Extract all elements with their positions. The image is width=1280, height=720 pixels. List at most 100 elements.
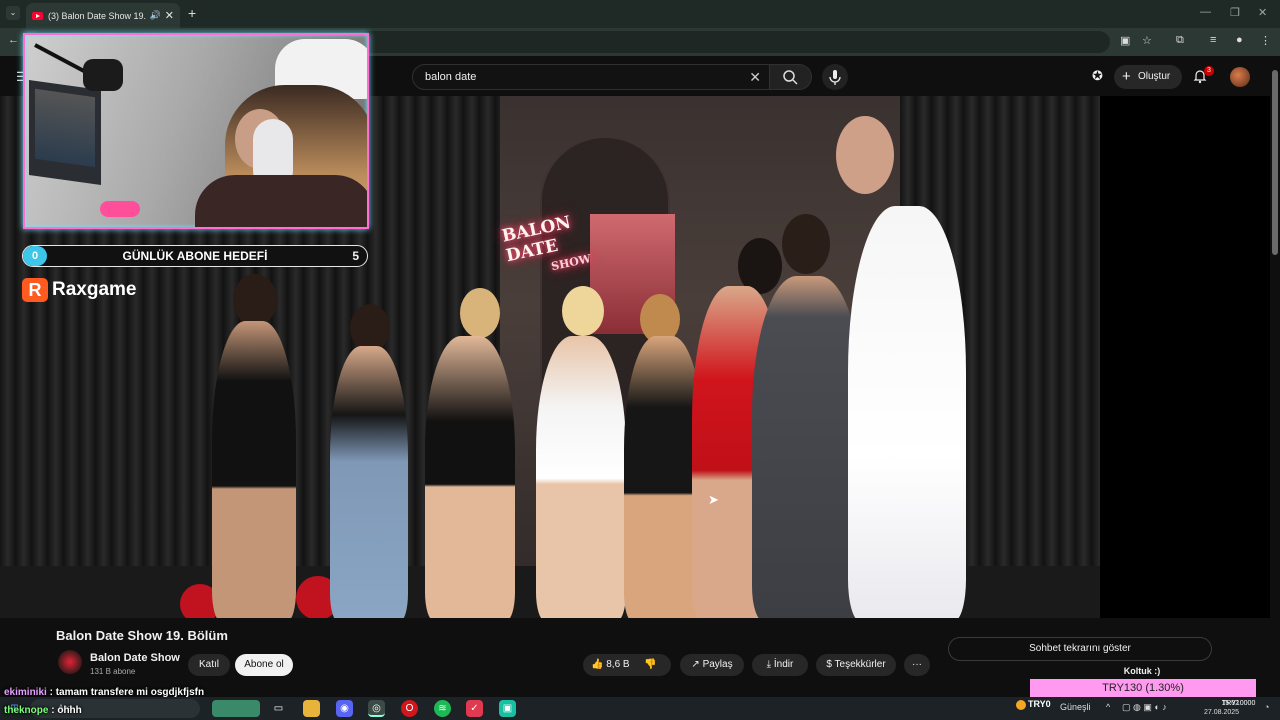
search-input[interactable]: balon date ✕ bbox=[412, 64, 770, 90]
computer-mouse bbox=[100, 201, 140, 217]
raxgame-logo: R Raxgame bbox=[22, 278, 137, 302]
kebab-menu-icon[interactable]: ⋮ bbox=[1260, 34, 1271, 47]
donation-title: Koltuk :) bbox=[1123, 666, 1161, 676]
mouse-cursor-icon: ➤ bbox=[708, 492, 719, 507]
person-8 bbox=[848, 206, 966, 618]
tab-search-icon[interactable]: ⌄ bbox=[6, 6, 20, 20]
speaker-icon[interactable]: 🔊 bbox=[150, 10, 161, 21]
weather-label[interactable]: Güneşli bbox=[1060, 702, 1091, 712]
window-close-button[interactable]: ✕ bbox=[1258, 6, 1267, 19]
browser-tab-strip: ⌄ (3) Balon Date Show 19. Bölüm 🔊 ✕ + — … bbox=[0, 0, 1280, 28]
cast-icon[interactable]: ▣ bbox=[1120, 34, 1130, 47]
person-3 bbox=[425, 336, 515, 618]
person-2 bbox=[330, 346, 408, 618]
extensions-icon[interactable]: ⧉ bbox=[1176, 34, 1184, 47]
brand-name: Raxgame bbox=[52, 279, 137, 300]
sun-icon bbox=[1016, 699, 1026, 710]
channel-name[interactable]: Balon Date Show bbox=[90, 652, 180, 664]
notification-badge: 3 bbox=[1204, 66, 1214, 76]
notification-center-icon[interactable]: ◔ bbox=[1264, 702, 1269, 712]
person-head bbox=[350, 304, 390, 352]
subscribe-button[interactable]: Abone ol bbox=[235, 654, 293, 676]
chrome-icon[interactable]: ◎ bbox=[368, 700, 385, 717]
like-dislike-group: 👍 8,6 B 👎 bbox=[583, 654, 671, 676]
thanks-label: Teşekkürler bbox=[834, 659, 886, 670]
media-icon[interactable]: ≡ bbox=[1210, 34, 1216, 46]
file-explorer-icon[interactable] bbox=[303, 700, 320, 717]
donation-progress: TRY130 (1.30%) bbox=[1030, 679, 1256, 698]
monitor-screen bbox=[35, 88, 95, 168]
windows-taskbar: ⊞ Ara ▭ ◉ ◎ O ≋ ✓ ▣ Güneşli ^ ▢ ◍ ▣ ◐ ♪ … bbox=[0, 697, 1280, 720]
task-view-icon[interactable]: ▭ bbox=[270, 700, 287, 717]
brand-letter: R bbox=[22, 278, 48, 302]
letterbox-right bbox=[1100, 96, 1270, 618]
ticker-goal: TRY10000 bbox=[1222, 700, 1256, 707]
like-count[interactable]: 8,6 B bbox=[606, 659, 629, 670]
new-tab-button[interactable]: + bbox=[188, 5, 196, 21]
goal-label: GÜNLÜK ABONE HEDEFİ bbox=[122, 249, 268, 263]
subscriber-goal-bar: 0 GÜNLÜK ABONE HEDEFİ 5 bbox=[22, 245, 368, 267]
thanks-icon: $ bbox=[826, 659, 832, 670]
search-value: balon date bbox=[425, 71, 477, 83]
minimize-button[interactable]: — bbox=[1200, 6, 1211, 18]
person-head bbox=[782, 214, 830, 274]
tray-chevron-icon[interactable]: ^ bbox=[1106, 702, 1110, 712]
ticker-amount: TRY0 bbox=[1028, 699, 1051, 709]
widget-thumbnail[interactable] bbox=[212, 700, 260, 717]
create-button[interactable]: + Oluştur bbox=[1114, 65, 1182, 89]
clock-date: 27.08.2025 bbox=[1204, 709, 1240, 716]
maximize-button[interactable]: ❐ bbox=[1230, 6, 1240, 19]
account-avatar[interactable] bbox=[1230, 67, 1250, 87]
clear-search-icon[interactable]: ✕ bbox=[749, 65, 761, 89]
more-actions-button[interactable]: ··· bbox=[904, 654, 930, 676]
tab-title: (3) Balon Date Show 19. Bölüm bbox=[48, 10, 146, 21]
app-icon[interactable]: ✓ bbox=[466, 700, 483, 717]
chat-username: theknope bbox=[4, 705, 49, 716]
share-label: Paylaş bbox=[702, 659, 733, 670]
discord-icon[interactable]: ◉ bbox=[336, 700, 353, 717]
streamer-microphone bbox=[83, 59, 123, 91]
search-button[interactable] bbox=[770, 64, 812, 90]
close-tab-icon[interactable]: ✕ bbox=[165, 9, 174, 22]
tray-icons[interactable]: ▢ ◍ ▣ ◐ ♪ bbox=[1122, 702, 1167, 713]
browser-tab-active[interactable]: (3) Balon Date Show 19. Bölüm 🔊 ✕ bbox=[26, 3, 180, 28]
share-icon: ↗ bbox=[691, 659, 700, 670]
person-head bbox=[836, 116, 894, 194]
thanks-button[interactable]: $ Teşekkürler bbox=[816, 654, 896, 676]
voice-search-button[interactable] bbox=[822, 64, 848, 90]
app-icon-2[interactable]: ▣ bbox=[499, 700, 516, 717]
person-4 bbox=[536, 336, 626, 618]
download-label: İndir bbox=[773, 659, 794, 670]
download-icon: ⤓ bbox=[766, 659, 772, 670]
person-head bbox=[562, 286, 604, 336]
microphone-icon bbox=[829, 70, 841, 85]
thumbs-down-icon[interactable]: 👎 bbox=[644, 659, 656, 670]
share-button[interactable]: ↗ Paylaş bbox=[680, 654, 744, 676]
chat-text: ohhh bbox=[57, 705, 82, 716]
goal-target: 5 bbox=[352, 249, 359, 263]
bookmark-star-icon[interactable]: ☆ bbox=[1142, 34, 1152, 47]
person-head bbox=[233, 274, 277, 326]
show-chat-replay-button[interactable]: Sohbet tekrarını göster bbox=[948, 637, 1212, 661]
youtube-favicon-icon bbox=[32, 11, 43, 20]
opera-icon[interactable]: O bbox=[401, 700, 418, 717]
channel-avatar[interactable] bbox=[58, 650, 82, 674]
donation-ticker: TRY0 bbox=[1016, 699, 1051, 710]
thumbs-up-icon[interactable]: 👍 bbox=[591, 659, 603, 670]
spotify-icon[interactable]: ≋ bbox=[434, 700, 451, 717]
video-title: Balon Date Show 19. Bölüm bbox=[56, 628, 228, 643]
person-head bbox=[460, 288, 500, 338]
person-1 bbox=[212, 321, 296, 618]
profile-icon[interactable]: ● bbox=[1236, 34, 1243, 46]
webcam-overlay bbox=[23, 33, 369, 229]
create-label: Oluştur bbox=[1138, 71, 1171, 82]
plus-icon: + bbox=[1122, 68, 1131, 85]
subscriber-count: 131 B abone bbox=[90, 667, 136, 676]
back-icon[interactable]: ← bbox=[8, 34, 19, 46]
page-scrollbar[interactable] bbox=[1272, 70, 1278, 255]
download-button[interactable]: ⤓ İndir bbox=[752, 654, 808, 676]
search-icon bbox=[783, 70, 798, 85]
chat-message: theknope : ohhh bbox=[4, 705, 82, 716]
join-button[interactable]: Katıl bbox=[188, 654, 230, 676]
cast-studio-icon[interactable]: ✪ bbox=[1092, 68, 1103, 84]
